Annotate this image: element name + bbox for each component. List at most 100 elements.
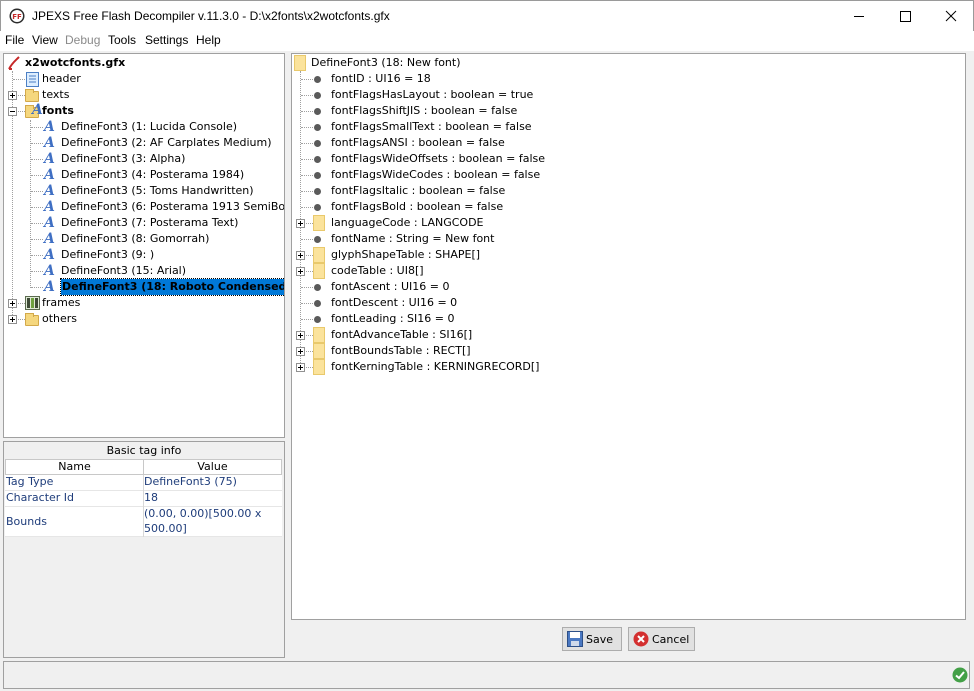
tree-line xyxy=(301,143,313,144)
expand-toggle[interactable] xyxy=(296,267,305,276)
prop-row[interactable]: fontFlagsHasLayout : boolean = true xyxy=(292,87,962,103)
tree-item-label: header xyxy=(42,72,81,85)
properties-tree[interactable]: DefineFont3 (18: New font) fontID : UI16… xyxy=(291,53,966,620)
tree-line xyxy=(301,287,313,288)
minimize-button[interactable] xyxy=(836,1,882,31)
menu-settings[interactable]: Settings xyxy=(145,33,188,47)
menu-bar: File View Debug Tools Settings Help xyxy=(0,31,974,51)
tag-row-name: Character Id xyxy=(5,491,143,507)
prop-row-node[interactable]: glyphShapeTable : SHAPE[] xyxy=(292,247,962,263)
tree-line xyxy=(18,303,25,304)
column-header-value[interactable]: Value xyxy=(143,459,282,475)
prop-row[interactable]: fontFlagsBold : boolean = false xyxy=(292,199,962,215)
props-root[interactable]: DefineFont3 (18: New font) xyxy=(292,55,962,71)
tree-item-font-selected[interactable]: A DefineFont3 (18: Roboto Condensed) xyxy=(4,278,284,296)
tree-item-others[interactable]: others xyxy=(4,311,284,327)
svg-text:FF: FF xyxy=(12,13,22,21)
tree-item-font[interactable]: A DefineFont3 (5: Toms Handwritten) xyxy=(4,183,284,199)
tag-row-value-continued: 500.00] xyxy=(143,522,282,537)
menu-view[interactable]: View xyxy=(32,33,58,47)
frames-icon xyxy=(25,296,40,310)
font-icon: A xyxy=(44,199,55,215)
tag-row-value: DefineFont3 (75) xyxy=(143,475,282,491)
tree-item-font[interactable]: A DefineFont3 (2: AF Carplates Medium) xyxy=(4,135,284,151)
tree-root[interactable]: x2wotcfonts.gfx xyxy=(4,55,284,71)
resource-tree[interactable]: x2wotcfonts.gfx header texts A fonts A D… xyxy=(3,53,285,438)
expand-toggle[interactable] xyxy=(8,91,17,100)
tree-item-font[interactable]: A DefineFont3 (3: Alpha) xyxy=(4,151,284,167)
tree-item-label: DefineFont3 (2: AF Carplates Medium) xyxy=(61,136,272,149)
close-button[interactable] xyxy=(928,1,974,31)
tree-line xyxy=(301,175,313,176)
expand-toggle[interactable] xyxy=(296,331,305,340)
tree-item-font[interactable]: A DefineFont3 (15: Arial) xyxy=(4,263,284,279)
expand-toggle[interactable] xyxy=(296,347,305,356)
prop-row[interactable]: fontFlagsWideOffsets : boolean = false xyxy=(292,151,962,167)
tree-item-texts[interactable]: texts xyxy=(4,87,284,103)
prop-row[interactable]: fontFlagsShiftJIS : boolean = false xyxy=(292,103,962,119)
prop-row[interactable]: fontFlagsWideCodes : boolean = false xyxy=(292,167,962,183)
field-bullet-icon xyxy=(314,284,321,291)
tree-line xyxy=(31,175,43,176)
tree-item-font[interactable]: A DefineFont3 (1: Lucida Console) xyxy=(4,119,284,135)
prop-row[interactable]: fontDescent : UI16 = 0 xyxy=(292,295,962,311)
font-icon: A xyxy=(44,263,55,279)
prop-label: fontFlagsItalic : boolean = false xyxy=(331,184,506,197)
prop-label: codeTable : UI8[] xyxy=(331,264,424,277)
expand-toggle[interactable] xyxy=(296,363,305,372)
gfx-file-icon xyxy=(8,56,20,70)
field-bullet-icon xyxy=(314,204,321,211)
prop-row-node[interactable]: languageCode : LANGCODE xyxy=(292,215,962,231)
tree-item-fonts[interactable]: A fonts xyxy=(4,103,284,119)
folder-icon xyxy=(313,327,325,343)
font-icon: A xyxy=(44,135,55,151)
font-icon: A xyxy=(44,215,55,231)
header-icon xyxy=(26,72,39,87)
prop-row-node[interactable]: fontKerningTable : KERNINGRECORD[] xyxy=(292,359,962,375)
menu-help[interactable]: Help xyxy=(196,33,221,47)
prop-row-node[interactable]: fontBoundsTable : RECT[] xyxy=(292,343,962,359)
folder-icon xyxy=(313,343,325,359)
cancel-button[interactable]: Cancel xyxy=(628,627,695,651)
field-bullet-icon xyxy=(314,300,321,307)
folder-icon xyxy=(294,55,306,71)
prop-row[interactable]: fontFlagsANSI : boolean = false xyxy=(292,135,962,151)
expand-toggle[interactable] xyxy=(296,219,305,228)
menu-tools[interactable]: Tools xyxy=(108,33,136,47)
save-label: Save xyxy=(586,633,614,646)
prop-row-node[interactable]: codeTable : UI8[] xyxy=(292,263,962,279)
column-header-name[interactable]: Name xyxy=(5,459,144,475)
tree-line xyxy=(306,223,313,224)
save-button[interactable]: Save xyxy=(562,627,622,651)
tree-item-header[interactable]: header xyxy=(4,71,284,87)
expand-toggle[interactable] xyxy=(8,315,17,324)
prop-row-node[interactable]: fontAdvanceTable : SI16[] xyxy=(292,327,962,343)
tree-item-font[interactable]: A DefineFont3 (6: Posterama 1913 SemiBol… xyxy=(4,199,284,215)
tree-item-font[interactable]: A DefineFont3 (9: ) xyxy=(4,247,284,263)
prop-row[interactable]: fontLeading : SI16 = 0 xyxy=(292,311,962,327)
prop-row[interactable]: fontID : UI16 = 18 xyxy=(292,71,962,87)
expand-toggle[interactable] xyxy=(296,251,305,260)
menu-file[interactable]: File xyxy=(5,33,24,47)
field-bullet-icon xyxy=(314,172,321,179)
tree-item-font[interactable]: A DefineFont3 (7: Posterama Text) xyxy=(4,215,284,231)
prop-row[interactable]: fontFlagsSmallText : boolean = false xyxy=(292,119,962,135)
cancel-icon xyxy=(633,631,649,647)
prop-row[interactable]: fontFlagsItalic : boolean = false xyxy=(292,183,962,199)
prop-row[interactable]: fontName : String = New font xyxy=(292,231,962,247)
menu-debug[interactable]: Debug xyxy=(65,33,100,47)
maximize-button[interactable] xyxy=(882,1,928,31)
expand-toggle[interactable] xyxy=(8,299,17,308)
tree-item-font[interactable]: A DefineFont3 (4: Posterama 1984) xyxy=(4,167,284,183)
prop-label: fontKerningTable : KERNINGRECORD[] xyxy=(331,360,540,373)
tree-line xyxy=(301,79,313,80)
tree-item-frames[interactable]: frames xyxy=(4,295,284,311)
tree-line xyxy=(301,207,313,208)
collapse-toggle[interactable] xyxy=(8,107,17,116)
tree-line xyxy=(18,319,25,320)
tree-line xyxy=(301,95,313,96)
prop-row[interactable]: fontAscent : UI16 = 0 xyxy=(292,279,962,295)
tree-line xyxy=(31,223,43,224)
tree-item-font[interactable]: A DefineFont3 (8: Gomorrah) xyxy=(4,231,284,247)
tree-line xyxy=(31,127,43,128)
